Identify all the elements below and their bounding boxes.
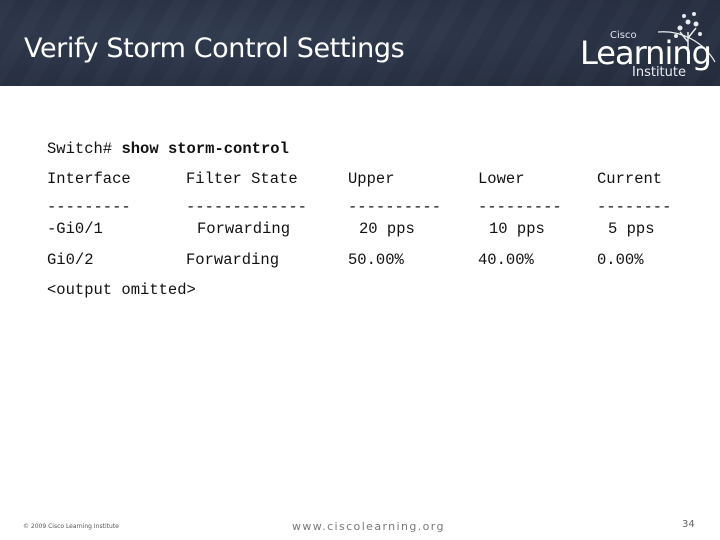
separator-interface: ---------	[47, 198, 131, 216]
command-line: Switch# show storm-control	[47, 140, 289, 158]
slide-title: Verify Storm Control Settings	[24, 33, 405, 64]
column-header-interface: Interface	[47, 170, 131, 188]
page-number: 34	[682, 519, 695, 530]
column-header-upper: Upper	[348, 170, 395, 188]
footer-copyright: © 2009 Cisco Learning Institute	[23, 523, 119, 530]
row-filter-state: Forwarding	[197, 220, 291, 238]
row-interface: -Gi0/1	[47, 220, 103, 238]
separator-current: --------	[597, 198, 672, 216]
separator-upper: ----------	[348, 198, 442, 216]
row-lower: 40.00%	[478, 251, 534, 269]
separator-filter-state: -------------	[186, 198, 307, 216]
separator-lower: ---------	[478, 198, 562, 216]
row-filter-state: Forwarding	[186, 251, 280, 269]
column-header-current: Current	[597, 170, 663, 188]
command: show storm-control	[121, 140, 289, 158]
footer-url[interactable]: www.ciscolearning.org	[292, 520, 445, 533]
column-header-filter-state: Filter State	[186, 170, 298, 188]
column-header-lower: Lower	[478, 170, 525, 188]
row-lower: 10 pps	[489, 220, 545, 238]
row-current: 5 pps	[608, 220, 655, 238]
row-upper: 20 pps	[359, 220, 415, 238]
output-omitted-note: <output omitted>	[47, 281, 196, 299]
logo-institute-text: Institute	[632, 65, 686, 80]
row-interface: Gi0/2	[47, 251, 94, 269]
row-current: 0.00%	[597, 251, 644, 269]
prompt: Switch#	[47, 140, 113, 158]
cisco-learning-institute-logo: Cisco Learning Institute	[570, 2, 718, 86]
row-upper: 50.00%	[348, 251, 404, 269]
